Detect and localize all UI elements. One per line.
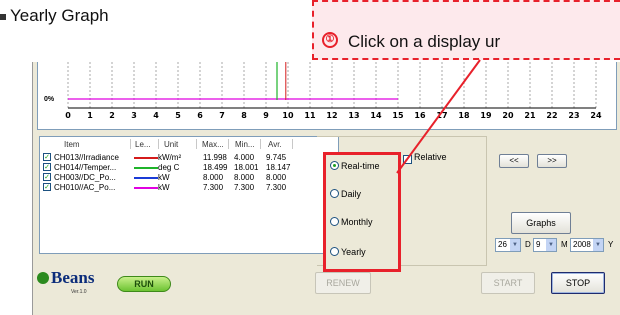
callout-pointer [396,59,481,174]
pointer-line [396,59,481,174]
